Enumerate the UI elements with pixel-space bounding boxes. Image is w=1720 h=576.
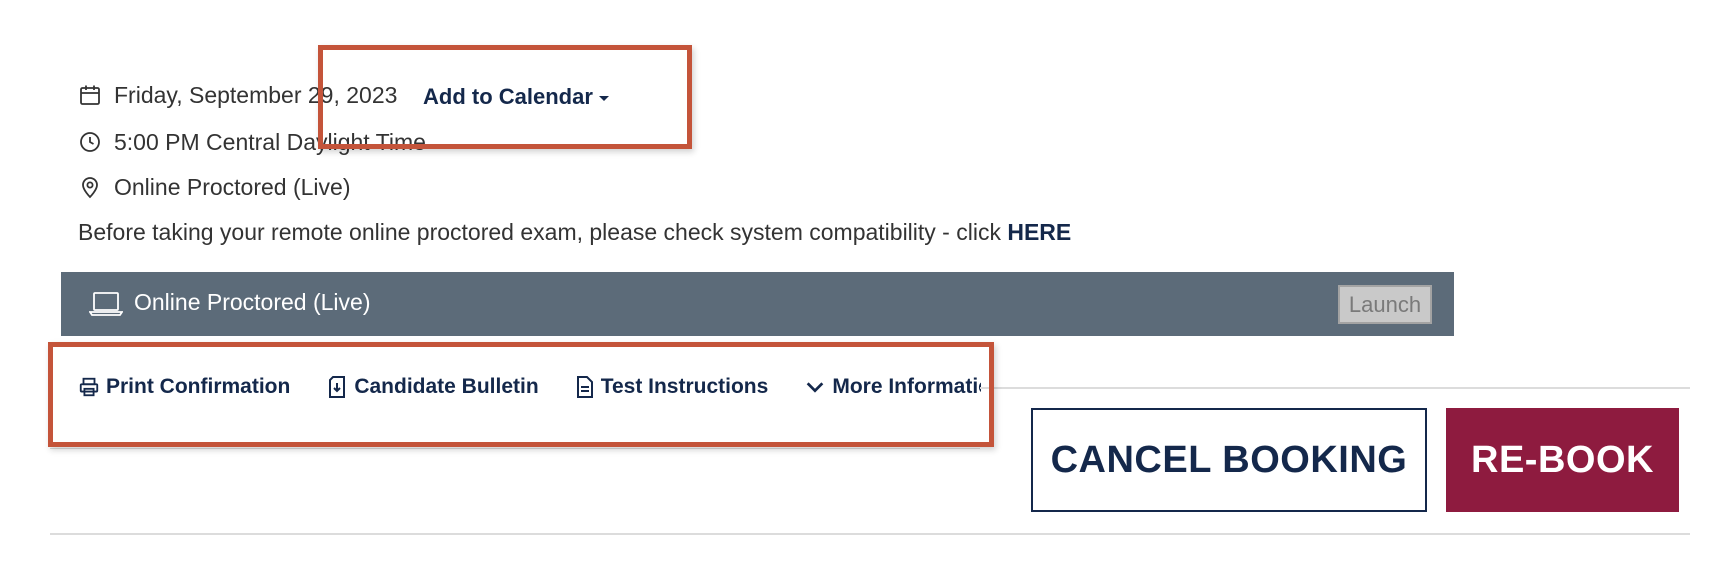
cancel-booking-button[interactable]: CANCEL BOOKING bbox=[1031, 408, 1427, 512]
event-location-row: Online Proctored (Live) bbox=[78, 174, 351, 201]
clock-icon bbox=[78, 130, 104, 156]
session-label: Online Proctored (Live) bbox=[134, 289, 371, 315]
divider bbox=[50, 533, 1690, 535]
calendar-icon bbox=[78, 83, 104, 109]
divider bbox=[50, 448, 980, 449]
divider bbox=[980, 387, 1690, 389]
session-bar: Online Proctored (Live) Launch bbox=[61, 272, 1454, 336]
laptop-icon bbox=[89, 291, 123, 317]
location-pin-icon bbox=[78, 175, 104, 201]
highlight-box bbox=[48, 342, 994, 447]
compatibility-link[interactable]: HERE bbox=[1007, 219, 1071, 245]
highlight-box bbox=[318, 45, 692, 149]
compatibility-note: Before taking your remote online proctor… bbox=[78, 219, 1071, 246]
rebook-button[interactable]: RE-BOOK bbox=[1446, 408, 1679, 512]
event-location: Online Proctored (Live) bbox=[114, 174, 351, 200]
launch-button[interactable]: Launch bbox=[1338, 285, 1432, 324]
compatibility-text: Before taking your remote online proctor… bbox=[78, 219, 1008, 245]
